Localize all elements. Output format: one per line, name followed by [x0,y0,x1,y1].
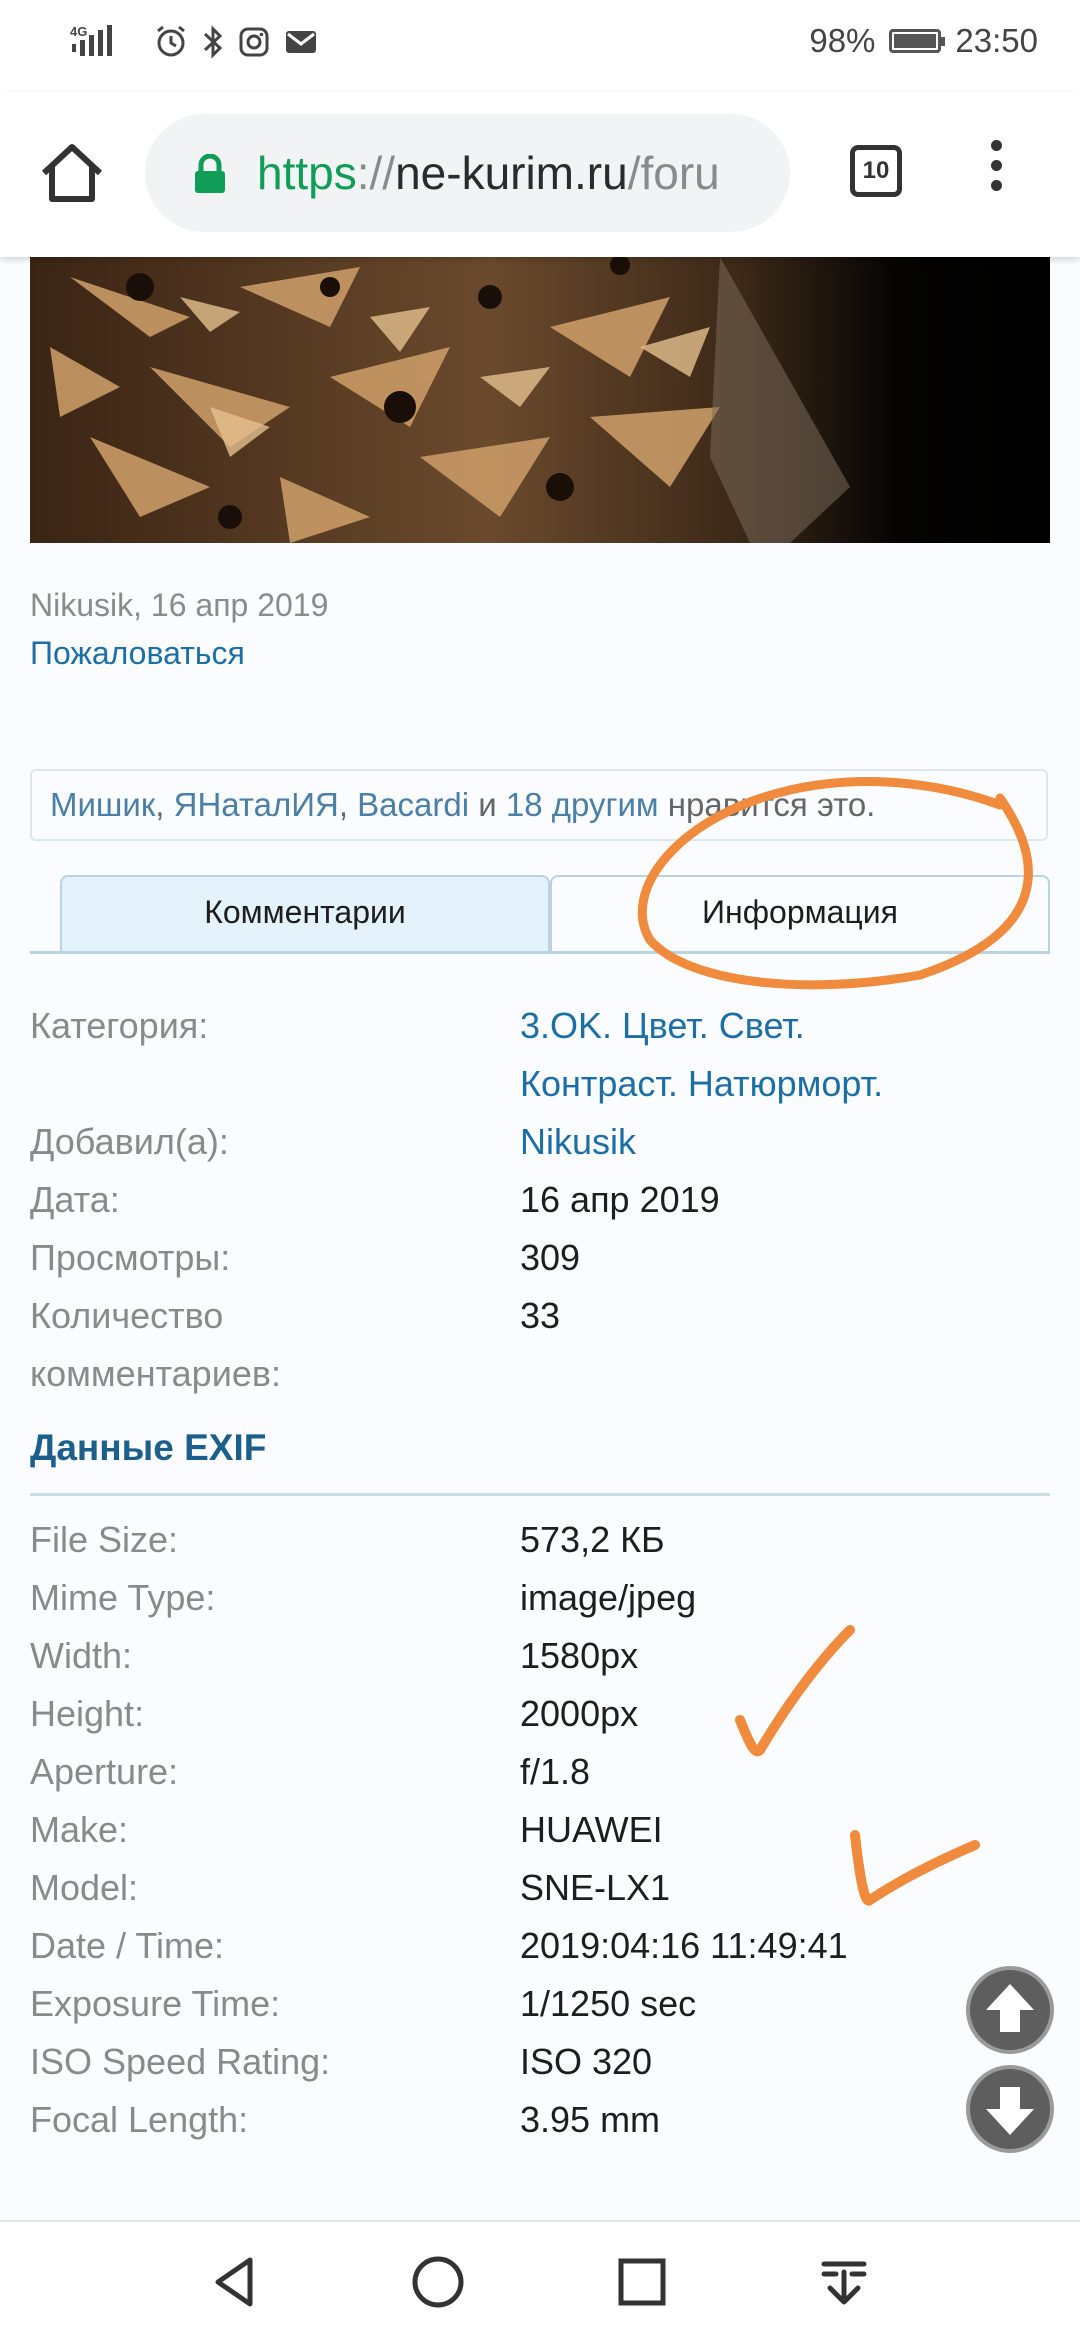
exif-value: 1580px [520,1635,639,1676]
info-value: 33 [520,1295,561,1336]
bluetooth-icon [203,25,223,59]
likes-box: Мишик, ЯНаталИЯ, Bacardi и 18 другим нра… [30,769,1048,841]
likes-suffix: нравится это. [658,786,876,823]
mail-icon [286,31,316,53]
page-content: Nikusik, 16 апр 2019 Пожаловаться Мишик,… [0,257,1080,2220]
exif-value: 573,2 КБ [520,1519,665,1560]
info-label: Категория: [30,1005,209,1046]
recents-square-icon[interactable] [610,2250,674,2314]
scroll-down-button[interactable] [966,2065,1054,2153]
arrow-up-icon [986,1984,1034,2032]
exif-label: Width: [30,1635,133,1676]
tab-info[interactable]: Информация [550,875,1050,951]
battery-percent: 98% [809,22,876,59]
exif-heading: Данные EXIF [30,1427,1050,1496]
status-bar: 4G 98% 23:50 [0,0,1080,92]
like-user-link[interactable]: Bacardi [357,786,469,823]
exif-label: Model: [30,1867,139,1908]
battery-icon [889,29,946,53]
browser-toolbar: https://ne-kurim.ru/foru 10 [0,92,1080,257]
category-line: 3.OK. Цвет. Свет. [520,1005,805,1046]
exif-value: 2000px [520,1693,639,1734]
author-link[interactable]: Nikusik [520,1113,1050,1171]
exif-value: image/jpeg [520,1577,697,1618]
url-separator: :// [356,147,396,199]
url-scheme: https [257,147,357,199]
url-text[interactable]: https://ne-kurim.ru/foru [257,146,720,200]
clock: 23:50 [955,22,1038,59]
status-icons-right: 98% 23:50 [809,22,1038,60]
alarm-icon [157,25,185,57]
info-label: Дата: [30,1179,120,1220]
exif-label: Height: [30,1693,145,1734]
tab-switcher-button[interactable]: 10 [850,145,902,197]
more-vert-icon[interactable] [976,140,1016,202]
like-user-link[interactable]: Мишик [50,786,155,823]
status-icons-left: 4G [70,22,318,62]
exif-value: HUAWEI [520,1809,663,1850]
category-line: Контраст. Натюрморт. [520,1063,884,1104]
info-row-views: Просмотры: 309 [30,1229,1050,1287]
home-icon[interactable] [36,137,108,209]
signal-icon: 4G [70,24,112,56]
url-host: ne-kurim.ru [395,147,628,199]
category-link[interactable]: 3.OK. Цвет. Свет. Контраст. Натюрморт. [520,997,1050,1113]
tab-comments[interactable]: Комментарии [60,875,550,951]
info-label: Просмотры: [30,1237,231,1278]
exif-label: Aperture: [30,1751,179,1792]
exif-value: SNE-LX1 [520,1867,671,1908]
info-value: 16 апр 2019 [520,1179,720,1220]
photo-image [30,257,1050,543]
exif-value: f/1.8 [520,1751,591,1792]
exif-label: Mime Type: [30,1577,216,1618]
system-nav-bar [0,2220,1080,2342]
tab-bar: Комментарии Информация [30,875,1050,954]
like-user-link[interactable]: ЯНаталИЯ [174,786,339,823]
info-row-date: Дата: 16 апр 2019 [30,1171,1050,1229]
exif-label: ISO Speed Rating: [30,2041,331,2082]
post-photo[interactable] [30,257,1050,543]
home-circle-icon[interactable] [406,2250,470,2314]
arrow-down-icon [986,2087,1034,2135]
exif-label: Focal Length: [30,2099,249,2140]
address-bar[interactable]: https://ne-kurim.ru/foru [145,114,790,232]
exif-label: Exposure Time: [30,1983,281,2024]
back-triangle-icon[interactable] [204,2250,268,2314]
report-link[interactable]: Пожаловаться [30,635,245,672]
info-label: Количество комментариев: [30,1287,510,1403]
info-label-line: комментариев: [30,1353,281,1394]
info-row-comments-count: Количество комментариев: 33 [30,1287,1050,1403]
exif-value: 2019:04:16 11:49:41 [520,1925,848,1966]
content-panel: Nikusik, 16 апр 2019 Пожаловаться Мишик,… [0,257,1080,2220]
exif-label: Date / Time: [30,1925,225,1966]
info-label: Добавил(а): [30,1121,229,1162]
likes-separator: , [155,786,174,823]
svg-text:4G: 4G [70,24,87,39]
post-meta: Nikusik, 16 апр 2019 [30,587,329,623]
likes-separator: , [338,786,358,823]
pull-down-icon[interactable] [812,2250,876,2314]
scroll-up-button[interactable] [966,1966,1054,2054]
info-row-category: Категория: 3.OK. Цвет. Свет. Контраст. Н… [30,997,1050,1113]
likes-and: и [469,786,506,823]
likes-others-link[interactable]: 18 другим [506,786,659,823]
instagram-icon [239,27,269,57]
lock-icon [195,154,225,193]
url-path: /foru [627,147,720,199]
info-label-line: Количество [30,1295,224,1336]
exif-label: Make: [30,1809,129,1850]
info-row-added-by: Добавил(а): Nikusik [30,1113,1050,1171]
info-value: 309 [520,1237,581,1278]
exif-label: File Size: [30,1519,179,1560]
